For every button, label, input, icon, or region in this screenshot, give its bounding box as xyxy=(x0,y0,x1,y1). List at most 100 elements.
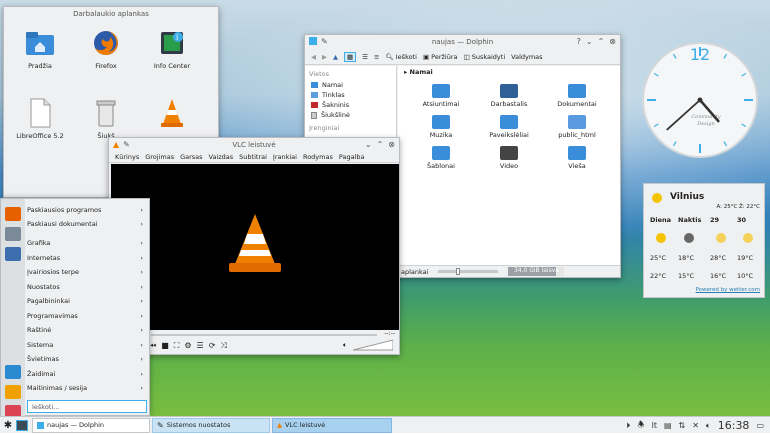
launcher-search-input[interactable]: Ieškoti... xyxy=(27,400,147,413)
lock-favorite-icon[interactable] xyxy=(5,385,21,399)
vlc-menu-item[interactable]: Vaizdas xyxy=(209,153,234,161)
keyboard-layout-tray-icon[interactable]: lt xyxy=(652,421,657,430)
place-network[interactable]: Tinklas xyxy=(305,90,396,100)
vlc-menu-item[interactable]: Grojimas xyxy=(145,153,174,161)
launcher-menu-item[interactable]: Grafika › xyxy=(27,236,147,250)
chevron-right-icon: › xyxy=(140,282,143,291)
launcher-menu-item[interactable]: Žaidimai › xyxy=(27,367,147,381)
forward-icon[interactable]: ▶ xyxy=(322,53,327,61)
vlc-menu-item[interactable]: Rodymas xyxy=(303,153,333,161)
launcher-menu-item[interactable]: Nuostatos › xyxy=(27,280,147,294)
show-desktop-icon[interactable]: ▭ xyxy=(756,421,764,430)
place-home[interactable]: Namai xyxy=(305,80,396,90)
desktop-item-firefox[interactable]: Firefox xyxy=(78,29,134,70)
notifications-tray-icon[interactable]: 🕭︎ xyxy=(637,419,644,433)
file-item[interactable]: Dokumentai xyxy=(546,84,608,108)
launcher-menu-item[interactable]: Paskiausios programos › xyxy=(27,203,147,217)
vlc-menubar: Kūrinys Grojimas Garsas Vaizdas Subtitrai Įra… xyxy=(109,152,399,163)
launcher-menu-item[interactable]: Pagalbininkai › xyxy=(27,294,147,308)
desktop-item-libreoffice[interactable]: LibreOffice 5.2 xyxy=(12,98,68,140)
sun-icon xyxy=(716,233,726,243)
launcher-menu-item[interactable]: Internetas › xyxy=(27,251,147,265)
clipboard-tray-icon[interactable]: ▤ xyxy=(664,421,672,430)
desktop-item-home[interactable]: Pradžia xyxy=(12,29,68,70)
files-favorite-icon[interactable] xyxy=(5,247,21,261)
stop-icon[interactable]: ■ xyxy=(161,341,169,351)
launcher-menu-item[interactable]: Paskiausi dokumentai › xyxy=(27,217,147,231)
task-dolphin[interactable]: naujas — Dolphin xyxy=(32,417,150,433)
video-area[interactable] xyxy=(111,164,399,330)
mute-icon[interactable]: 🔈︎ xyxy=(343,341,347,350)
sun-icon xyxy=(743,233,753,243)
details-view-icon[interactable]: ≡ xyxy=(374,53,379,61)
vlc-menu-item[interactable]: Įrankiai xyxy=(273,153,297,161)
volume-tray-icon[interactable]: 🔈︎ xyxy=(706,421,711,431)
place-trash[interactable]: Šiukšlinė xyxy=(305,110,396,120)
split-button[interactable]: ◫ Suskaidyti xyxy=(464,53,506,61)
launcher-button-icon[interactable]: ✱ xyxy=(0,420,16,431)
preview-button[interactable]: ▣ Peržiūra xyxy=(423,53,458,61)
extended-settings-icon[interactable]: ⚙ xyxy=(184,341,191,351)
maximize-icon[interactable]: ⌃ xyxy=(598,37,605,46)
launcher-menu-item[interactable]: Švietimas › xyxy=(27,352,147,366)
file-item[interactable]: Muzika xyxy=(410,115,472,139)
fullscreen-icon[interactable]: ⛶ xyxy=(174,341,180,351)
file-item[interactable]: Paveikslėliai xyxy=(478,115,540,139)
file-item[interactable]: public_html xyxy=(546,115,608,139)
file-item[interactable]: Video xyxy=(478,146,540,170)
launcher-menu-item[interactable]: Įvairiosios terpe › xyxy=(27,265,147,279)
network-tray-icon[interactable]: ⇅ xyxy=(679,421,686,430)
file-item[interactable]: Šablonai xyxy=(410,146,472,170)
settings-favorite-icon[interactable] xyxy=(5,227,21,241)
vlc-menu-item[interactable]: Kūrinys xyxy=(115,153,139,161)
help-icon[interactable]: ? xyxy=(577,37,581,46)
previous-icon[interactable]: ⏮ xyxy=(149,341,156,351)
icons-view-icon[interactable]: ▦ xyxy=(344,51,357,62)
weather-temp: 28°C xyxy=(710,254,727,262)
desktop-item-vlc[interactable] xyxy=(144,99,200,132)
pin-icon[interactable]: ✎ xyxy=(123,140,130,149)
close-icon[interactable]: ⊗ xyxy=(609,37,616,46)
taskbar-clock[interactable]: 16:38 xyxy=(718,419,750,432)
back-icon[interactable]: ◀ xyxy=(311,53,316,61)
file-item[interactable]: Atsiuntimai xyxy=(410,84,472,108)
taskbar: ✱ naujas — Dolphin ✎ Sistemos nuostatos ▲… xyxy=(0,416,770,433)
playlist-icon[interactable]: ☰ xyxy=(197,341,204,351)
desktop-item-info-center[interactable]: i Info Center xyxy=(144,29,200,70)
minimize-icon[interactable]: ⌄ xyxy=(586,37,593,46)
search-button[interactable]: 🔍︎ Ieškoti xyxy=(385,53,417,61)
pin-icon[interactable]: ✎ xyxy=(321,37,328,46)
breadcrumb[interactable]: ▸ Namai xyxy=(398,66,620,76)
task-system-settings[interactable]: ✎ Sistemos nuostatos xyxy=(152,417,270,433)
control-menu-button[interactable]: Valdymas xyxy=(511,53,542,61)
loop-icon[interactable]: ⟳ xyxy=(209,341,216,351)
weather-source-link[interactable]: Powered by wetter.com xyxy=(696,287,760,293)
vlc-menu-item[interactable]: Garsas xyxy=(180,153,202,161)
install-favorite-icon[interactable] xyxy=(5,365,21,379)
launcher-menu-item[interactable]: Programavimas › xyxy=(27,309,147,323)
up-icon[interactable]: ▲ xyxy=(333,53,338,61)
vlc-menu-item[interactable]: Subtitrai xyxy=(239,153,267,161)
pager-desktop-1[interactable] xyxy=(16,419,28,431)
launcher-menu-item[interactable]: Raštinė › xyxy=(27,323,147,337)
media-player-tray-icon[interactable]: ⏵ xyxy=(626,421,630,431)
compact-view-icon[interactable]: ☰ xyxy=(362,53,368,61)
shuffle-icon[interactable]: ⤨ xyxy=(220,341,226,351)
seek-bar[interactable] xyxy=(151,334,377,336)
task-vlc[interactable]: ▲ VLC leistuvė xyxy=(272,417,392,433)
zoom-slider[interactable] xyxy=(438,268,499,275)
desktop-item-trash[interactable]: Šiukš xyxy=(78,99,134,140)
file-item[interactable]: Darbastalis xyxy=(478,84,540,108)
maximize-icon[interactable]: ⌃ xyxy=(377,140,384,149)
launcher-menu-item[interactable]: Maitinimas / sesija › xyxy=(27,381,147,395)
vlc-menu-item[interactable]: Pagalba xyxy=(339,153,365,161)
minimize-icon[interactable]: ⌄ xyxy=(365,140,372,149)
close-icon[interactable]: ⊗ xyxy=(388,140,395,149)
tools-tray-icon[interactable]: ✕ xyxy=(692,421,699,430)
launcher-menu-item[interactable]: Sistema › xyxy=(27,338,147,352)
weather-temp: 18°C xyxy=(678,254,695,262)
file-item[interactable]: Vieša xyxy=(546,146,608,170)
place-root[interactable]: Šakninis xyxy=(305,100,396,110)
volume-slider[interactable] xyxy=(353,339,393,351)
firefox-favorite-icon[interactable] xyxy=(5,207,21,221)
